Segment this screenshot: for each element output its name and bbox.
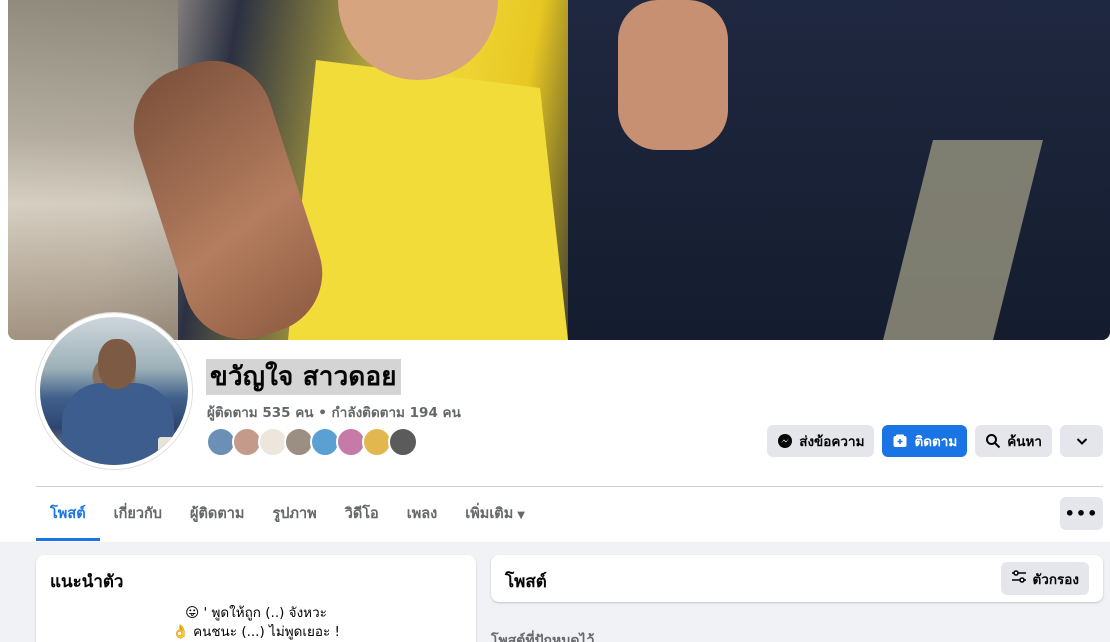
follower-counts[interactable]: ผู้ติดตาม 535 คน • กำลังติดตาม 194 คน [207,401,461,423]
tab-more-label: เพิ่มเติม [465,506,514,522]
profile-actions: ส่งข้อความ ติดตาม ค้นหา [767,425,1103,457]
ellipsis-icon: ••• [1064,504,1099,523]
tab-more[interactable]: เพิ่มเติม ▼ [451,490,539,541]
follow-button[interactable]: ติดตาม [882,425,968,457]
tab-music[interactable]: เพลง [393,490,451,541]
profile-tabs: โพสต์ เกี่ยวกับ ผู้ติดตาม รูปภาพ วิดีโอ … [36,490,539,541]
tab-about[interactable]: เกี่ยวกับ [100,490,176,541]
tab-posts[interactable]: โพสต์ [36,490,100,541]
filter-button-label: ตัวกรอง [1032,571,1079,588]
profile-avatar[interactable] [36,313,192,469]
cover-photo[interactable] [8,0,1110,340]
pinned-posts-label: โพสต์ที่ปักหมุดไว้ [491,633,595,642]
header-divider [36,486,1103,487]
profile-name: ขวัญใจ สาวดอย [206,359,401,395]
friend-avatars [206,427,418,457]
tab-videos[interactable]: วิดีโอ [331,490,393,541]
search-button-label: ค้นหา [1007,434,1042,450]
friend-avatar[interactable] [388,427,418,457]
follow-button-label: ติดตาม [914,434,958,450]
message-button-label: ส่งข้อความ [799,434,865,450]
search-button[interactable]: ค้นหา [975,425,1052,457]
posts-title: โพสต์ [505,572,547,592]
filter-button[interactable]: ตัวกรอง [1000,562,1089,595]
filter-icon [1011,569,1027,589]
posts-card: โพสต์ ตัวกรอง [491,555,1103,602]
search-icon [985,433,1001,449]
tab-photos[interactable]: รูปภาพ [258,490,330,541]
follow-icon [892,433,908,449]
message-button[interactable]: ส่งข้อความ [767,425,875,457]
caret-down-icon: ▼ [517,510,525,521]
more-options-button[interactable]: ••• [1060,497,1103,530]
expand-button[interactable] [1060,425,1103,457]
intro-card: แนะนำตัว 😛 ' พูดให้ถูก (..) จังหวะ 👌 คนช… [36,555,476,642]
tab-followers[interactable]: ผู้ติดตาม [176,490,258,541]
bio-line: 👌 คนชนะ (...) ไม่พูดเยอะ ! [172,624,340,640]
chevron-down-icon [1074,433,1090,449]
messenger-icon [777,433,793,449]
profile-page: ขวัญใจ สาวดอย ผู้ติดตาม 535 คน • กำลังติ… [0,0,1110,642]
intro-title: แนะนำตัว [50,572,124,592]
